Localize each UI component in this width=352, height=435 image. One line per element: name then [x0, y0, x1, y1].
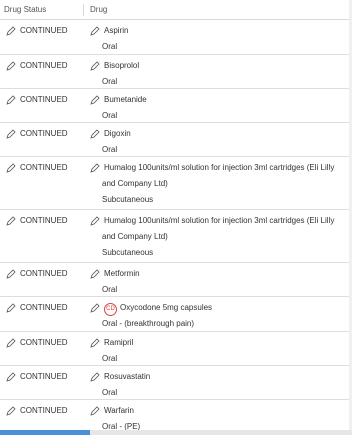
pencil-icon[interactable]	[6, 26, 16, 36]
pencil-icon[interactable]	[90, 338, 100, 348]
pencil-icon[interactable]	[90, 303, 100, 313]
drug-route: Oral	[102, 354, 118, 363]
drug-name: Digoxin	[104, 129, 131, 138]
drug-name: Humalog 100units/ml solution for injecti…	[104, 216, 335, 225]
drug-route: Subcutaneous	[102, 248, 154, 257]
pencil-icon[interactable]	[90, 406, 100, 416]
horizontal-scrollbar[interactable]	[0, 430, 352, 435]
pencil-icon[interactable]	[90, 129, 100, 139]
drug-name: Metformin	[104, 269, 140, 278]
drug-cell: Aspirin Oral	[84, 20, 349, 54]
pencil-icon[interactable]	[90, 95, 100, 105]
drug-cell: Bumetanide Oral	[84, 89, 349, 122]
drug-route: Oral	[102, 111, 118, 120]
status-cell: CONTINUED	[0, 55, 84, 88]
status-cell: CONTINUED	[0, 210, 84, 262]
drug-cell: Humalog 100units/ml solution for injecti…	[84, 210, 349, 262]
table-row[interactable]: CONTINUED CD Oxycodone 5mg capsules Oral …	[0, 297, 349, 332]
status-cell: CONTINUED	[0, 20, 84, 54]
drug-name: Bisoprolol	[104, 61, 140, 70]
pencil-icon[interactable]	[6, 216, 16, 226]
horizontal-scrollbar-thumb[interactable]	[0, 430, 90, 435]
status-text: CONTINUED	[20, 406, 68, 415]
table-row[interactable]: CONTINUED Warfarin Oral - (PE)	[0, 400, 349, 434]
table-row[interactable]: CONTINUED Humalog 100units/ml solution f…	[0, 210, 349, 263]
drug-name: Humalog 100units/ml solution for injecti…	[104, 163, 335, 172]
status-cell: CONTINUED	[0, 157, 84, 209]
pencil-icon[interactable]	[6, 406, 16, 416]
table-row[interactable]: CONTINUED Digoxin Oral	[0, 123, 349, 157]
drug-name: Ramipril	[104, 338, 134, 347]
drug-route: Oral	[102, 285, 118, 294]
controlled-drug-badge: CD	[104, 303, 117, 316]
drug-name-continued: and Company Ltd)	[102, 179, 168, 188]
status-cell: CONTINUED	[0, 263, 84, 296]
status-cell: CONTINUED	[0, 332, 84, 365]
status-cell: CONTINUED	[0, 366, 84, 399]
pencil-icon[interactable]	[6, 95, 16, 105]
pencil-icon[interactable]	[90, 372, 100, 382]
header-drug-status[interactable]: Drug Status	[0, 3, 84, 16]
drug-cell: Metformin Oral	[84, 263, 349, 296]
table-row[interactable]: CONTINUED Bumetanide Oral	[0, 89, 349, 123]
status-text: CONTINUED	[20, 129, 68, 138]
pencil-icon[interactable]	[6, 372, 16, 382]
drug-cell: Digoxin Oral	[84, 123, 349, 156]
drug-name: Bumetanide	[104, 95, 147, 104]
table-header: Drug Status Drug	[0, 0, 349, 20]
table-row[interactable]: CONTINUED Humalog 100units/ml solution f…	[0, 157, 349, 210]
table-row[interactable]: CONTINUED Rosuvastatin Oral	[0, 366, 349, 400]
pencil-icon[interactable]	[6, 129, 16, 139]
drug-cell: Humalog 100units/ml solution for injecti…	[84, 157, 349, 209]
pencil-icon[interactable]	[90, 216, 100, 226]
status-cell: CONTINUED	[0, 123, 84, 156]
drug-name: Oxycodone 5mg capsules	[120, 303, 213, 312]
drug-name: Rosuvastatin	[104, 372, 151, 381]
table-row[interactable]: CONTINUED Metformin Oral	[0, 263, 349, 297]
status-text: CONTINUED	[20, 338, 68, 347]
drug-cell: Bisoprolol Oral	[84, 55, 349, 88]
pencil-icon[interactable]	[6, 338, 16, 348]
pencil-icon[interactable]	[6, 303, 16, 313]
drug-route: Subcutaneous	[102, 195, 154, 204]
pencil-icon[interactable]	[6, 163, 16, 173]
table-row[interactable]: CONTINUED Ramipril Oral	[0, 332, 349, 366]
status-cell: CONTINUED	[0, 297, 84, 331]
pencil-icon[interactable]	[6, 269, 16, 279]
pencil-icon[interactable]	[90, 163, 100, 173]
drug-name-continued: and Company Ltd)	[102, 232, 168, 241]
drug-cell: Rosuvastatin Oral	[84, 366, 349, 399]
drug-route: Oral	[102, 77, 118, 86]
drug-route: Oral	[102, 145, 118, 154]
drug-route: Oral	[102, 388, 118, 397]
drug-name: Aspirin	[104, 26, 129, 35]
status-text: CONTINUED	[20, 269, 68, 278]
status-text: CONTINUED	[20, 61, 68, 70]
header-drug[interactable]: Drug	[84, 5, 107, 14]
status-cell: CONTINUED	[0, 400, 84, 434]
drug-cell: CD Oxycodone 5mg capsules Oral - (breakth…	[84, 297, 349, 331]
status-text: CONTINUED	[20, 26, 68, 35]
table-row[interactable]: CONTINUED Aspirin Oral	[0, 20, 349, 55]
status-text: CONTINUED	[20, 163, 68, 172]
drug-route: Oral - (breakthrough pain)	[102, 319, 195, 328]
pencil-icon[interactable]	[6, 61, 16, 71]
status-text: CONTINUED	[20, 95, 68, 104]
drug-cell: Ramipril Oral	[84, 332, 349, 365]
drug-cell: Warfarin Oral - (PE)	[84, 400, 349, 434]
pencil-icon[interactable]	[90, 269, 100, 279]
status-text: CONTINUED	[20, 216, 68, 225]
drug-name: Warfarin	[104, 406, 134, 415]
pencil-icon[interactable]	[90, 26, 100, 36]
status-cell: CONTINUED	[0, 89, 84, 122]
drug-route: Oral	[102, 42, 118, 51]
status-text: CONTINUED	[20, 303, 68, 312]
pencil-icon[interactable]	[90, 61, 100, 71]
medication-table: Drug Status Drug CONTINUED Aspirin Oral …	[0, 0, 349, 434]
status-text: CONTINUED	[20, 372, 68, 381]
table-row[interactable]: CONTINUED Bisoprolol Oral	[0, 55, 349, 89]
